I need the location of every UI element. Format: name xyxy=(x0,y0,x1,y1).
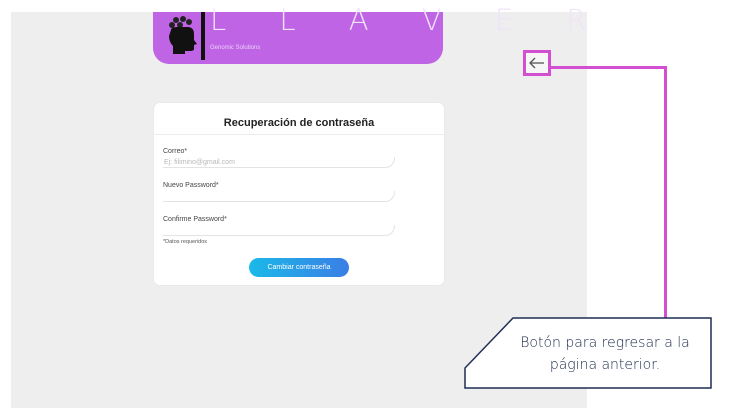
brand-title: L L A V E R xyxy=(210,3,609,37)
callout-text: Botón para regresar a la página anterior… xyxy=(500,332,710,376)
callout-line: página anterior. xyxy=(549,357,661,373)
brand-subtitle: Genomic Solutions xyxy=(210,45,261,51)
password-recovery-card: Recuperación de contraseña Correo* Ej: f… xyxy=(154,103,444,285)
new-password-field[interactable] xyxy=(163,191,395,202)
connector-line xyxy=(551,66,667,69)
email-label: Correo* xyxy=(163,148,188,155)
new-password-label: Nuevo Password* xyxy=(163,182,219,189)
confirm-password-field[interactable] xyxy=(163,225,395,236)
callout-line: Botón para regresar a la xyxy=(520,335,690,351)
confirm-password-label: Confirme Password* xyxy=(163,216,227,223)
card-divider xyxy=(154,134,444,135)
back-button[interactable] xyxy=(523,50,551,76)
form-title: Recuperación de contraseña xyxy=(223,117,375,129)
brain-head-logo-icon xyxy=(169,16,197,54)
arrow-left-icon xyxy=(529,57,544,69)
logo-divider xyxy=(201,12,205,60)
email-field[interactable]: Ej: filimino@gmail.com xyxy=(163,157,395,168)
connector-line xyxy=(664,66,667,318)
required-note: *Datos requeridos xyxy=(163,239,208,245)
change-password-button[interactable]: Cambiar contraseña xyxy=(249,258,349,277)
